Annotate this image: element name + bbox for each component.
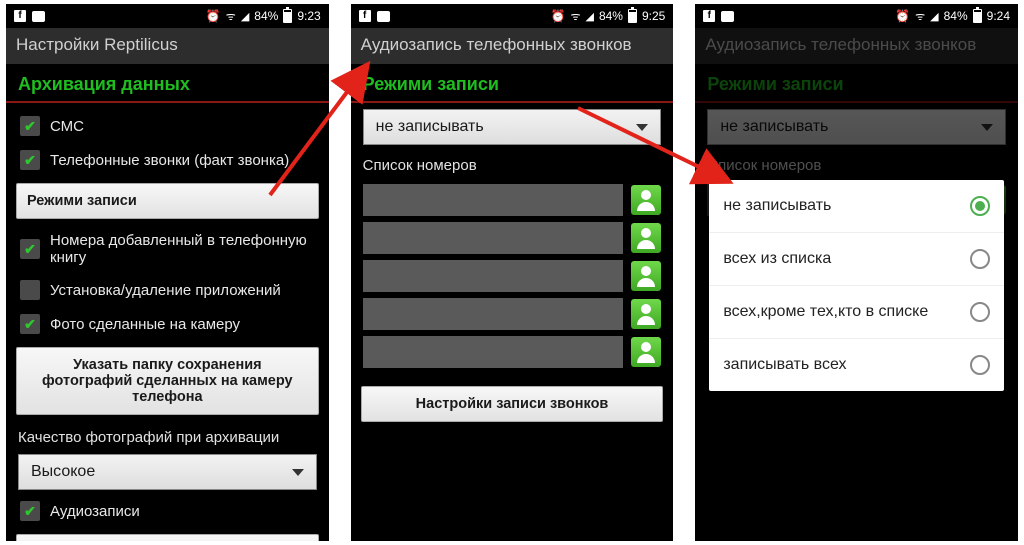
checkbox-label: Фото сделанные на камеру xyxy=(50,316,240,333)
number-input[interactable] xyxy=(363,336,624,368)
radio-icon[interactable] xyxy=(970,302,990,322)
page-title: Настройки Reptilicus xyxy=(6,28,329,64)
alarm-icon: ⏰ xyxy=(895,9,910,23)
checkbox-row-sms[interactable]: СМС xyxy=(6,109,329,143)
checkbox-icon[interactable] xyxy=(20,314,40,334)
wifi-icon: ᯤ xyxy=(570,9,580,24)
popup-option-no-record[interactable]: не записывать xyxy=(709,180,1004,233)
status-time: 9:24 xyxy=(987,9,1010,23)
battery-pct: 84% xyxy=(254,9,278,23)
signal-icon: ◢ xyxy=(585,10,593,23)
alarm-icon: ⏰ xyxy=(550,9,565,23)
number-row xyxy=(363,260,662,292)
number-row xyxy=(363,298,662,330)
facebook-icon: f xyxy=(703,10,715,22)
phone-screen-1: f ⏰ ᯤ ◢ 84% 9:23 Настройки Reptilicus Ар… xyxy=(6,4,329,541)
checkbox-label: Установка/удаление приложений xyxy=(50,282,281,299)
option-label: всех из списка xyxy=(723,250,831,268)
comment-icon xyxy=(721,11,734,22)
battery-pct: 84% xyxy=(944,9,968,23)
audio-folder-button[interactable]: Указать папку сохранения аудио xyxy=(16,534,319,541)
checkbox-label: СМС xyxy=(50,118,84,135)
battery-icon xyxy=(628,9,637,23)
recording-modes-button[interactable]: Режими записи xyxy=(16,183,319,219)
checkbox-row-audio[interactable]: Аудиозаписи xyxy=(6,494,329,528)
number-input[interactable] xyxy=(363,222,624,254)
facebook-icon: f xyxy=(359,10,371,22)
checkbox-label: Аудиозаписи xyxy=(50,503,140,520)
number-input[interactable] xyxy=(363,260,624,292)
status-bar: f ⏰ ᯤ ◢ 84% 9:25 xyxy=(351,4,674,28)
call-settings-button[interactable]: Настройки записи звонков xyxy=(361,386,664,422)
quality-dropdown[interactable]: Высокое xyxy=(18,454,317,490)
option-label: не записывать xyxy=(723,197,831,215)
contact-icon[interactable] xyxy=(631,261,661,291)
battery-icon xyxy=(283,9,292,23)
mode-dropdown[interactable]: не записывать xyxy=(363,109,662,145)
battery-icon xyxy=(973,9,982,23)
popup-option-all[interactable]: записывать всех xyxy=(709,339,1004,391)
checkbox-row-calls[interactable]: Телефонные звонки (факт звонка) xyxy=(6,143,329,177)
checkbox-row-photos[interactable]: Фото сделанные на камеру xyxy=(6,307,329,341)
checkbox-row-apps[interactable]: Установка/удаление приложений xyxy=(6,273,329,307)
number-row xyxy=(363,184,662,216)
radio-icon[interactable] xyxy=(970,355,990,375)
dropdown-value: Высокое xyxy=(31,463,95,481)
signal-icon: ◢ xyxy=(241,10,249,23)
number-row xyxy=(363,336,662,368)
section-header: Архивация данных xyxy=(6,64,329,103)
chevron-down-icon xyxy=(292,469,304,476)
status-time: 9:23 xyxy=(297,9,320,23)
option-label: записывать всех xyxy=(723,356,846,374)
comment-icon xyxy=(377,11,390,22)
option-label: всех,кроме тех,кто в списке xyxy=(723,303,928,321)
signal-icon: ◢ xyxy=(930,10,938,23)
checkbox-icon[interactable] xyxy=(20,150,40,170)
checkbox-row-contacts[interactable]: Номера добавленный в телефонную книгу xyxy=(6,225,329,273)
status-bar: f ⏰ ᯤ ◢ 84% 9:23 xyxy=(6,4,329,28)
section-header: Режими записи xyxy=(351,64,674,103)
chevron-down-icon xyxy=(636,124,648,131)
mode-popup: не записывать всех из списка всех,кроме … xyxy=(709,180,1004,391)
comment-icon xyxy=(32,11,45,22)
numbers-label: Список номеров xyxy=(351,149,674,178)
dropdown-value: не записывать xyxy=(376,118,484,136)
facebook-icon: f xyxy=(14,10,26,22)
status-bar: f ⏰ ᯤ ◢ 84% 9:24 xyxy=(695,4,1018,28)
radio-icon[interactable] xyxy=(970,249,990,269)
page-title: Аудиозапись телефонных звонков xyxy=(351,28,674,64)
checkbox-icon[interactable] xyxy=(20,501,40,521)
number-input[interactable] xyxy=(363,184,624,216)
quality-label: Качество фотографий при архивации xyxy=(6,421,329,450)
wifi-icon: ᯤ xyxy=(226,9,236,24)
phone-screen-2: f ⏰ ᯤ ◢ 84% 9:25 Аудиозапись телефонных … xyxy=(351,4,674,541)
checkbox-label: Телефонные звонки (факт звонка) xyxy=(50,152,289,169)
battery-pct: 84% xyxy=(599,9,623,23)
alarm-icon: ⏰ xyxy=(206,9,221,23)
contact-icon[interactable] xyxy=(631,223,661,253)
number-row xyxy=(363,222,662,254)
checkbox-label: Номера добавленный в телефонную книгу xyxy=(50,232,315,266)
contact-icon[interactable] xyxy=(631,337,661,367)
wifi-icon: ᯤ xyxy=(915,9,925,24)
contact-icon[interactable] xyxy=(631,185,661,215)
popup-option-except[interactable]: всех,кроме тех,кто в списке xyxy=(709,286,1004,339)
checkbox-icon[interactable] xyxy=(20,280,40,300)
number-input[interactable] xyxy=(363,298,624,330)
phone-screen-3: f ⏰ ᯤ ◢ 84% 9:24 Аудиозапись телефонных … xyxy=(695,4,1018,541)
radio-icon[interactable] xyxy=(970,196,990,216)
status-time: 9:25 xyxy=(642,9,665,23)
contact-icon[interactable] xyxy=(631,299,661,329)
popup-option-list[interactable]: всех из списка xyxy=(709,233,1004,286)
checkbox-icon[interactable] xyxy=(20,116,40,136)
checkbox-icon[interactable] xyxy=(20,239,40,259)
photo-folder-button[interactable]: Указать папку сохранения фотографий сдел… xyxy=(16,347,319,415)
